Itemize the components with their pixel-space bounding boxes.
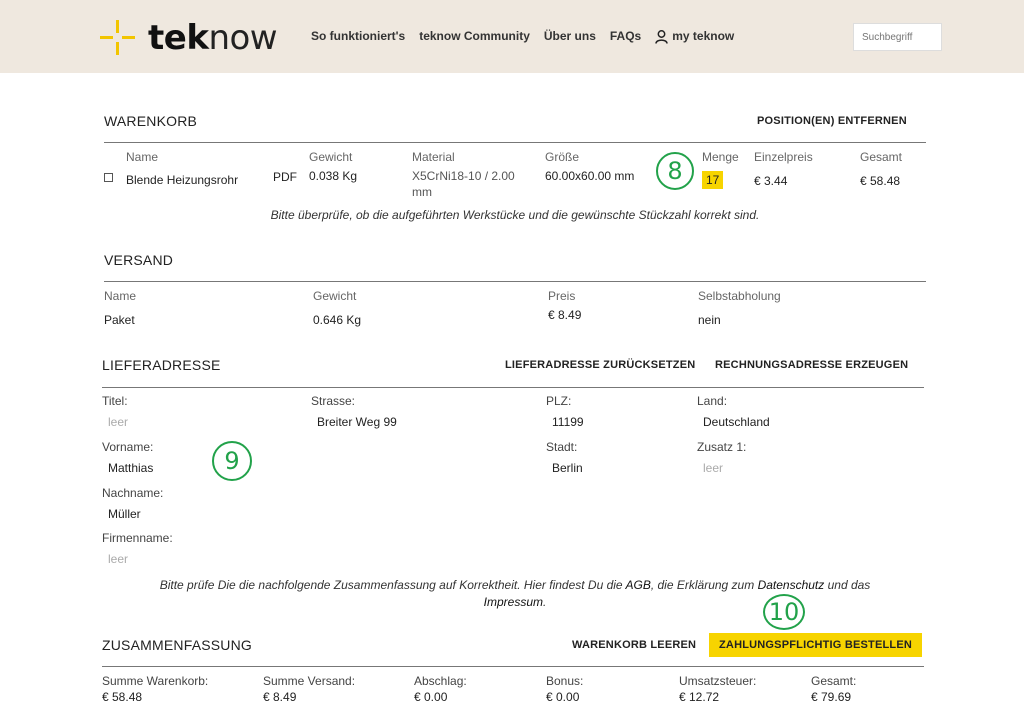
cart-item-material: X5CrNi18-10 / 2.00 bbox=[412, 169, 515, 183]
shipping-col-name: Name bbox=[104, 289, 137, 303]
create-billing-address-button[interactable]: RECHNUNGSADRESSE ERZEUGEN bbox=[715, 359, 908, 371]
cart-col-total: Gesamt bbox=[860, 150, 903, 164]
cart-item-unit-price: € 3.44 bbox=[754, 174, 788, 188]
cart-item-material-unit: mm bbox=[412, 185, 432, 199]
city-value[interactable]: Berlin bbox=[552, 461, 583, 475]
logo-wordmark: teknow bbox=[148, 18, 278, 58]
bonus-value: € 0.00 bbox=[546, 690, 580, 704]
zip-value[interactable]: 11199 bbox=[552, 415, 584, 429]
remove-positions-button[interactable]: POSITION(EN) ENTFERNEN bbox=[757, 115, 907, 127]
cart-col-name: Name bbox=[126, 150, 159, 164]
cart-item-total: € 58.48 bbox=[860, 174, 901, 188]
shipping-price: € 8.49 bbox=[548, 308, 582, 322]
bonus-label: Bonus: bbox=[546, 674, 584, 688]
nav-community[interactable]: teknow Community bbox=[419, 29, 530, 44]
firstname-value[interactable]: Matthias bbox=[108, 461, 153, 475]
cart-item-quantity[interactable]: 17 bbox=[702, 171, 724, 189]
cart-item-size: 60.00x60.00 mm bbox=[545, 169, 635, 183]
street-value[interactable]: Breiter Weg 99 bbox=[317, 415, 397, 429]
nav-my-teknow[interactable]: my teknow bbox=[655, 29, 734, 44]
shipping-col-weight: Gewicht bbox=[313, 289, 357, 303]
sum-shipping-label: Summe Versand: bbox=[263, 674, 356, 688]
sum-shipping-value: € 8.49 bbox=[263, 690, 297, 704]
title-label: Titel: bbox=[102, 394, 128, 408]
privacy-link[interactable]: Datenschutz bbox=[758, 578, 825, 592]
cart-col-weight: Gewicht bbox=[309, 150, 353, 164]
agb-link[interactable]: AGB bbox=[626, 578, 651, 592]
vat-label: Umsatzsteuer: bbox=[679, 674, 757, 688]
nav-faqs[interactable]: FAQs bbox=[610, 29, 641, 44]
discount-value: € 0.00 bbox=[414, 690, 448, 704]
user-icon bbox=[655, 29, 668, 44]
shipping-divider bbox=[104, 281, 926, 282]
company-label: Firmenname: bbox=[102, 531, 173, 545]
cart-col-qty: Menge bbox=[702, 150, 739, 164]
extra-value[interactable]: leer bbox=[703, 461, 723, 475]
company-value[interactable]: leer bbox=[108, 552, 128, 566]
grand-total-label: Gesamt: bbox=[811, 674, 857, 688]
lastname-value[interactable]: Müller bbox=[108, 507, 141, 521]
extra-label: Zusatz 1: bbox=[697, 440, 747, 454]
annotation-marker-9: 9 bbox=[212, 441, 252, 481]
sum-cart-value: € 58.48 bbox=[102, 690, 143, 704]
shipping-title: VERSAND bbox=[104, 252, 174, 268]
discount-label: Abschlag: bbox=[414, 674, 467, 688]
address-title: LIEFERADRESSE bbox=[102, 357, 221, 373]
country-label: Land: bbox=[697, 394, 728, 408]
grand-total-value: € 79.69 bbox=[811, 690, 852, 704]
main-nav: So funktioniert's teknow Community Über … bbox=[311, 29, 734, 44]
country-value[interactable]: Deutschland bbox=[703, 415, 770, 429]
cart-item-name: Blende Heizungsrohr bbox=[126, 173, 239, 187]
cart-note: Bitte überprüfe, ob die aufgeführten Wer… bbox=[270, 208, 760, 222]
vat-value: € 12.72 bbox=[679, 690, 720, 704]
annotation-marker-8: 8 bbox=[656, 152, 694, 190]
shipping-col-pickup: Selbstabholung bbox=[698, 289, 781, 303]
shipping-col-price: Preis bbox=[548, 289, 576, 303]
address-divider bbox=[102, 387, 924, 388]
cart-item-checkbox[interactable] bbox=[104, 173, 113, 182]
sum-cart-label: Summe Warenkorb: bbox=[102, 674, 209, 688]
firstname-label: Vorname: bbox=[102, 440, 154, 454]
nav-about[interactable]: Über uns bbox=[544, 29, 596, 44]
reset-address-button[interactable]: LIEFERADRESSE ZURÜCKSETZEN bbox=[505, 359, 695, 371]
street-label: Strasse: bbox=[311, 394, 356, 408]
place-order-button[interactable]: ZAHLUNGSPFLICHTIG BESTELLEN bbox=[709, 633, 923, 657]
clear-cart-button[interactable]: WARENKORB LEEREN bbox=[572, 639, 696, 651]
cart-title: WARENKORB bbox=[104, 113, 198, 129]
cart-item-pdf-link[interactable]: PDF bbox=[273, 170, 297, 184]
summary-divider bbox=[102, 666, 924, 667]
nav-how-it-works[interactable]: So funktioniert's bbox=[311, 29, 405, 44]
shipping-name: Paket bbox=[104, 313, 135, 327]
cart-item-weight: 0.038 Kg bbox=[309, 169, 358, 183]
lastname-label: Nachname: bbox=[102, 486, 164, 500]
nav-my-teknow-label: my teknow bbox=[672, 29, 735, 43]
search-input[interactable] bbox=[853, 23, 942, 51]
cart-col-unit-price: Einzelpreis bbox=[754, 150, 813, 164]
cart-col-material: Material bbox=[412, 150, 455, 164]
zip-label: PLZ: bbox=[546, 394, 572, 408]
site-header: teknow So funktioniert's teknow Communit… bbox=[0, 0, 1024, 73]
shipping-pickup: nein bbox=[698, 313, 721, 327]
shipping-weight: 0.646 Kg bbox=[313, 313, 362, 327]
summary-title: ZUSAMMENFASSUNG bbox=[102, 637, 253, 653]
teknow-logo[interactable]: teknow bbox=[100, 18, 278, 58]
city-label: Stadt: bbox=[546, 440, 578, 454]
cart-col-size: Größe bbox=[545, 150, 580, 164]
imprint-link[interactable]: Impressum bbox=[484, 595, 543, 609]
title-value[interactable]: leer bbox=[108, 415, 128, 429]
cart-divider bbox=[104, 142, 926, 143]
annotation-marker-10: 10 bbox=[763, 594, 805, 630]
logo-cross-icon bbox=[100, 20, 136, 56]
